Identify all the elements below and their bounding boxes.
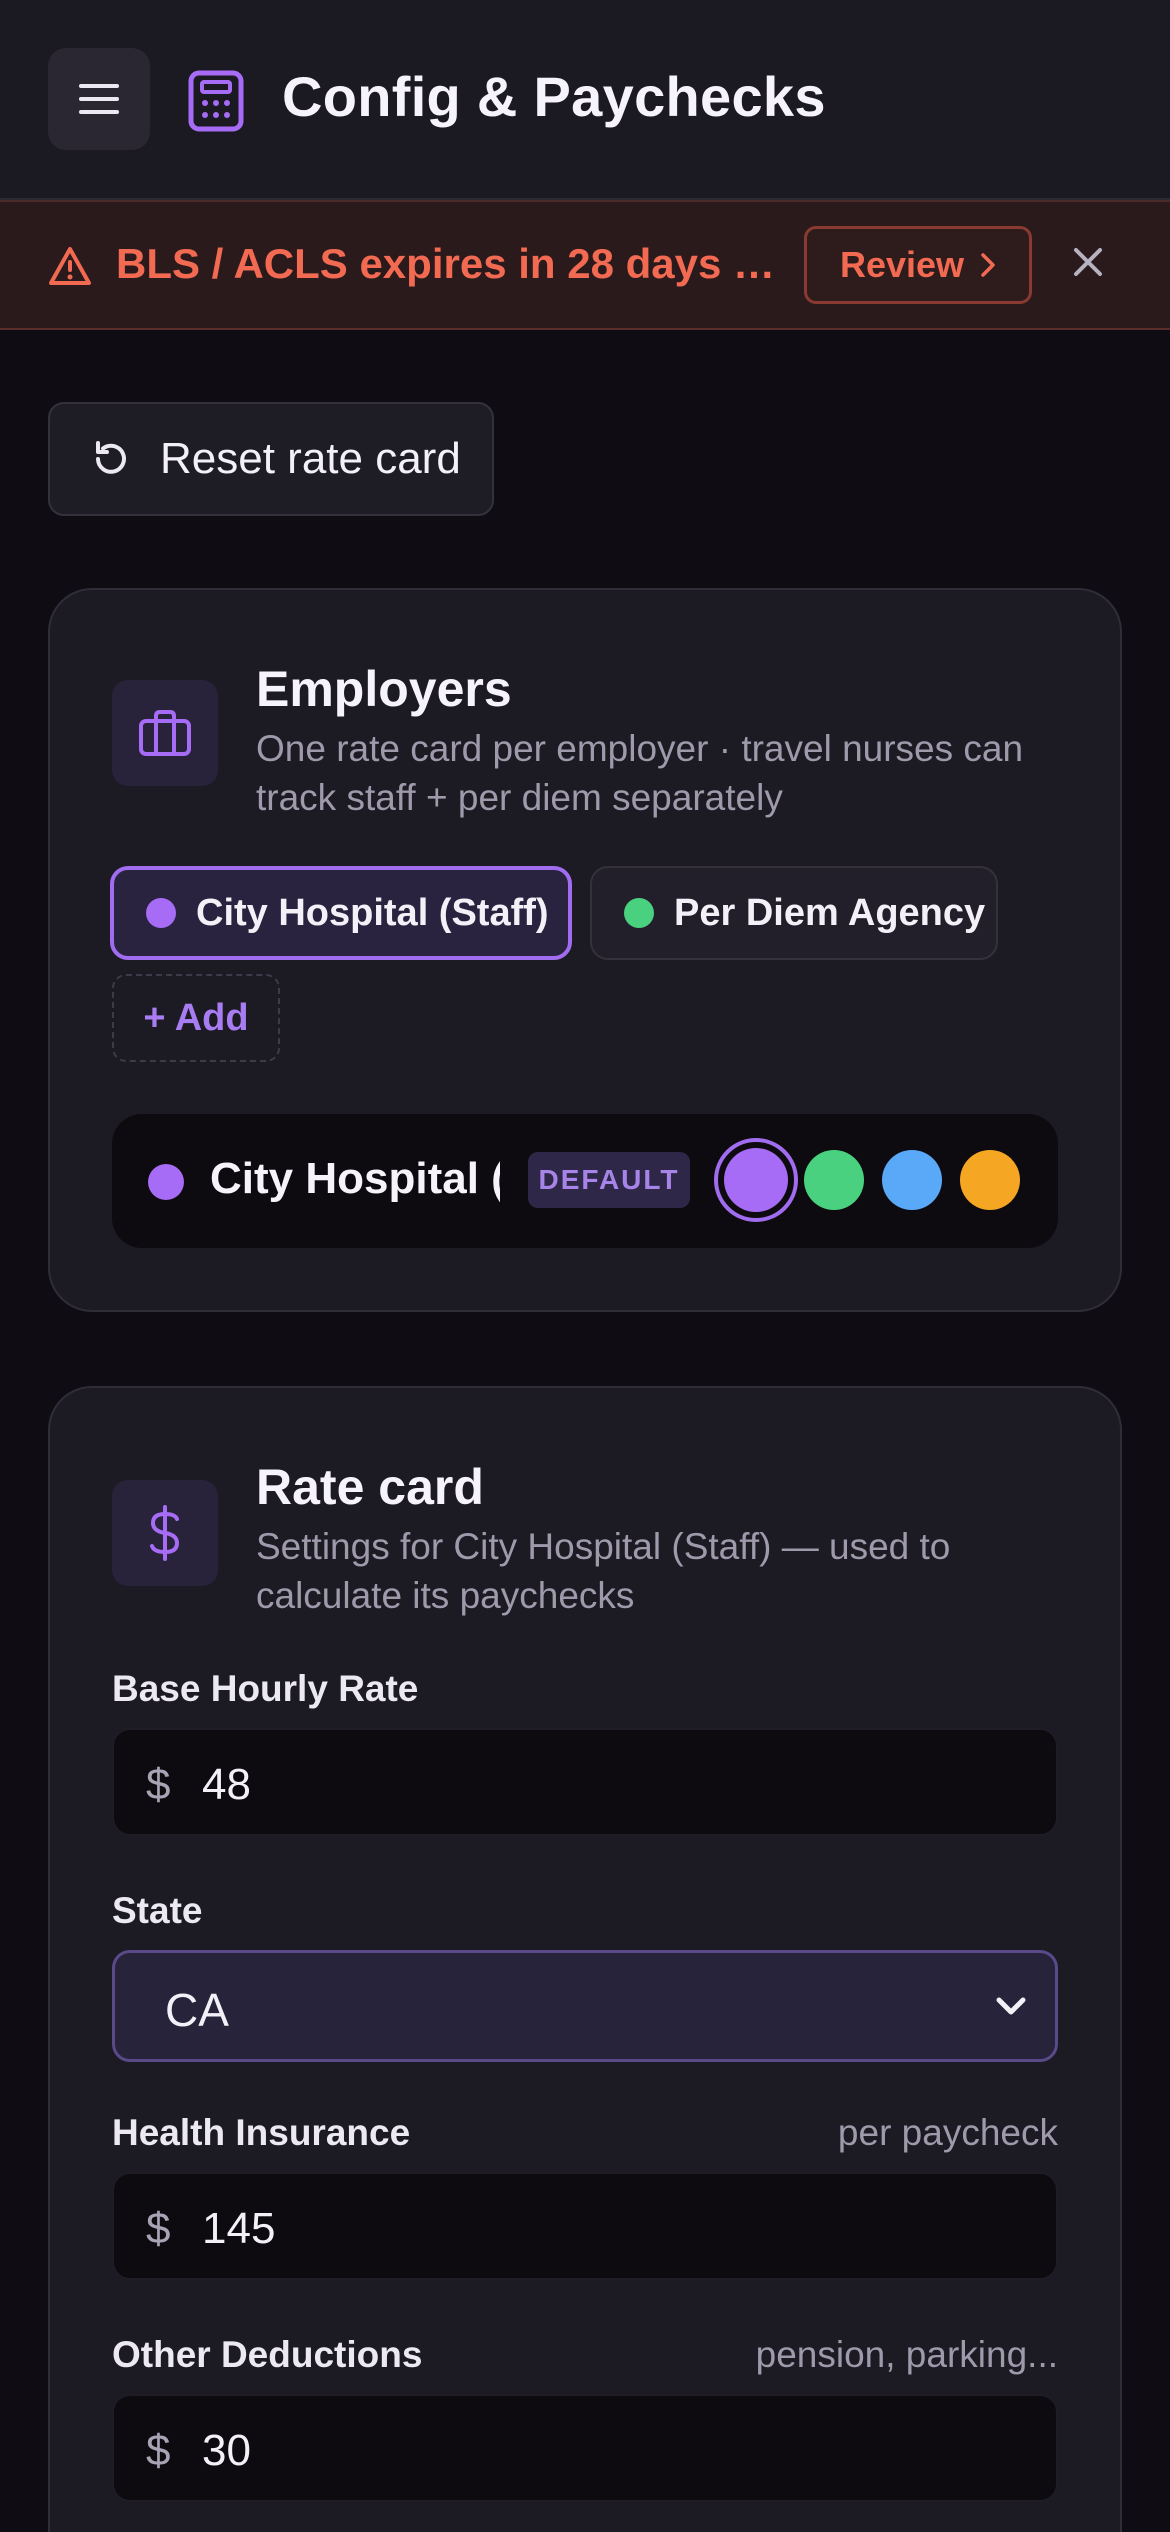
alert-message: BLS / ACLS expires in 28 days (J... (116, 240, 784, 287)
health-insurance-label: Health Insurance (112, 2112, 411, 2153)
warning-icon (49, 247, 91, 285)
rate-card: Rate card Settings for City Hospital (St… (48, 1386, 1122, 2532)
chevron-down-icon (996, 1997, 1026, 2015)
review-label: Review (839, 244, 965, 285)
other-deductions-label: Other Deductions (112, 2334, 423, 2375)
base-rate-value: 48 (202, 1760, 251, 1809)
base-rate-input[interactable]: $ 48 (112, 1728, 1058, 1836)
health-insurance-input[interactable]: $ 145 (112, 2172, 1058, 2280)
employer-chip-label: Per Diem Agency (674, 891, 986, 934)
employer-color-dot (148, 1164, 184, 1200)
currency-symbol: $ (146, 2204, 171, 2253)
employer-color-dot (146, 898, 176, 928)
color-swatch-purple[interactable] (714, 1138, 798, 1222)
currency-symbol: $ (146, 1760, 171, 1809)
calculator-icon (188, 70, 244, 132)
hamburger-icon (79, 84, 119, 114)
reset-label: Reset rate card (160, 434, 461, 483)
expiry-alert-banner: BLS / ACLS expires in 28 days (J... Revi… (0, 200, 1170, 330)
state-select[interactable]: CA (112, 1950, 1058, 2062)
color-swatch-orange[interactable] (960, 1150, 1020, 1210)
employer-name-field[interactable]: City Hospital (Staff) (210, 1154, 500, 1204)
employers-icon-box (112, 680, 218, 786)
employers-title: Employers (256, 661, 512, 717)
health-insurance-value: 145 (202, 2204, 276, 2253)
employer-color-dot (624, 898, 654, 928)
rate-card-title: Rate card (256, 1459, 484, 1515)
other-deductions-input[interactable]: $ 30 (112, 2394, 1058, 2502)
other-deductions-hint: pension, parking... (755, 2334, 1058, 2375)
menu-button[interactable] (48, 48, 150, 150)
health-insurance-hint: per paycheck (837, 2112, 1058, 2153)
review-button[interactable]: Review (804, 226, 1032, 304)
add-employer-button[interactable]: + Add (112, 974, 280, 1062)
reset-icon (96, 441, 126, 474)
close-icon[interactable] (1070, 244, 1106, 280)
employers-subtitle: One rate card per employer · travel nurs… (256, 728, 1024, 818)
dollar-icon (150, 1505, 180, 1561)
color-swatch-green[interactable] (804, 1150, 864, 1210)
base-rate-label: Base Hourly Rate (112, 1668, 419, 1709)
currency-symbol: $ (146, 2426, 171, 2475)
state-label: State (112, 1890, 203, 1931)
reset-rate-card-button[interactable]: Reset rate card (48, 402, 494, 516)
top-bar: Config & Paychecks (0, 0, 1170, 200)
rate-card-icon-box (112, 1480, 218, 1586)
color-swatch-blue[interactable] (882, 1150, 942, 1210)
employers-card: Employers One rate card per employer · t… (48, 588, 1122, 1312)
employer-chip-per-diem[interactable]: Per Diem Agency (590, 866, 998, 960)
selected-employer-row: City Hospital (Staff) DEFAULT (112, 1114, 1058, 1248)
briefcase-icon (139, 710, 191, 756)
other-deductions-value: 30 (202, 2426, 251, 2475)
employer-chip-label: City Hospital (Staff) (196, 891, 549, 934)
default-badge: DEFAULT (528, 1152, 690, 1208)
state-value: CA (165, 1984, 229, 2036)
page-title: Config & Paychecks (282, 65, 826, 128)
rate-card-subtitle: Settings for City Hospital (Staff) — use… (256, 1526, 951, 1616)
employer-chip-city-hospital[interactable]: City Hospital (Staff) (110, 866, 572, 960)
chevron-right-icon (981, 253, 995, 277)
